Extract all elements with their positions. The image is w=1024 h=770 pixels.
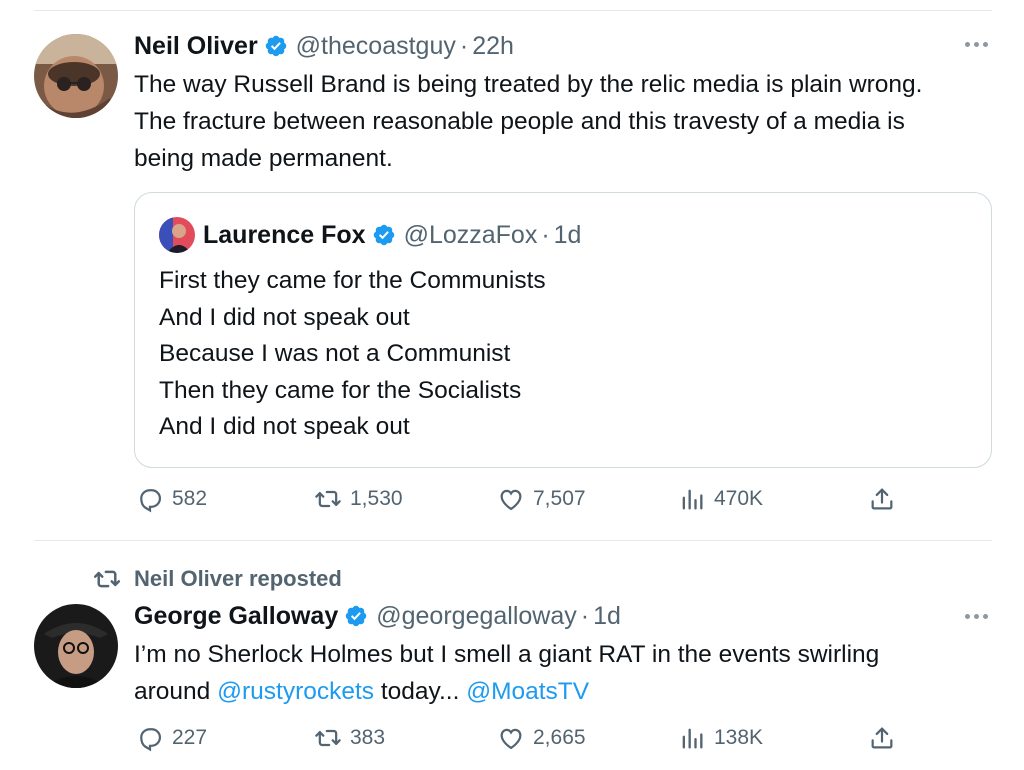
view-count: 138K [714,726,764,749]
tweet-text-line: I’m no Sherlock Holmes but I smell a gia… [134,641,880,668]
like-button[interactable]: 2,665 [497,724,586,752]
verified-badge-icon [344,604,368,628]
heart-icon [497,724,533,752]
tweet-header: George Galloway @georgegalloway · 1d [134,601,621,631]
share-button[interactable] [868,724,896,752]
views-button[interactable]: 138K [678,724,763,752]
views-icon [678,724,714,752]
mention-link[interactable]: @MoatsTV [466,678,589,705]
author-name[interactable]: George Galloway [134,601,338,631]
text-fragment: around [134,678,218,705]
action-bar: 227 383 2,665 138K [0,724,1024,756]
repost-count: 383 [350,726,386,749]
separator-dot: · [580,602,590,630]
like-count: 2,665 [533,726,586,749]
reply-button[interactable]: 227 [136,724,207,752]
more-icon[interactable] [965,614,988,619]
tweet-text-line: around @rustyrockets today... @MoatsTV [134,673,1004,710]
reply-count: 227 [172,726,208,749]
share-icon [868,724,896,752]
text-fragment: today... [374,678,467,705]
tweet-george-galloway[interactable]: George Galloway @georgegalloway · 1d I’m… [0,0,1024,770]
timestamp[interactable]: 1d [593,601,621,631]
reply-icon [136,724,172,752]
author-handle[interactable]: @georgegalloway [376,601,577,631]
tweet-text: I’m no Sherlock Holmes but I smell a gia… [134,636,1004,710]
repost-icon [314,724,350,752]
repost-button[interactable]: 383 [314,724,385,752]
avatar[interactable] [34,604,118,688]
mention-link[interactable]: @rustyrockets [217,678,374,705]
